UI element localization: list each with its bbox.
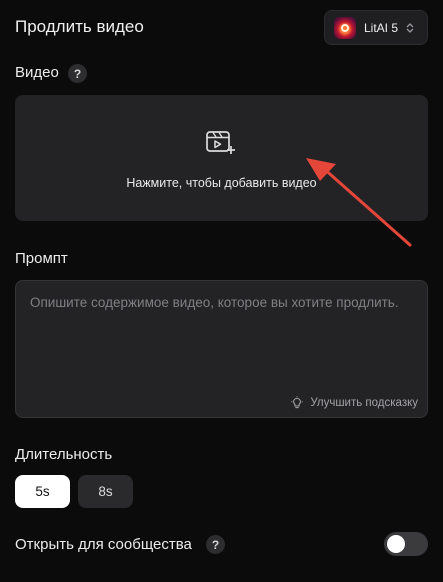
prompt-input[interactable] [16,281,427,381]
prompt-box: Улучшить подсказку [15,280,428,418]
video-section-label: Видео [15,64,59,81]
community-label: Открыть для сообщества [15,536,192,553]
improve-prompt-button[interactable]: Улучшить подсказку [290,393,418,413]
upload-prompt-text: Нажмите, чтобы добавить видео [126,176,317,190]
duration-option-5s[interactable]: 5s [15,475,70,508]
duration-option-8s[interactable]: 8s [78,475,133,508]
improve-prompt-label: Улучшить подсказку [310,397,418,409]
toggle-knob [387,535,405,553]
lightbulb-icon [291,396,304,409]
community-toggle[interactable] [384,532,428,556]
model-name: LitAI 5 [364,20,399,35]
page-title: Продлить видео [15,17,144,36]
video-add-icon [206,131,235,154]
chevron-up-down-icon [406,22,414,33]
duration-label: Длительность [15,446,113,463]
video-upload-area[interactable]: Нажмите, чтобы добавить видео [15,95,428,221]
flame-logo-icon [334,16,356,39]
extend-video-panel: Продлить видео LitAI 5 Видео ? Нажмите, … [0,0,443,582]
prompt-section-label: Промпт [15,250,68,267]
video-help-icon[interactable]: ? [68,64,87,83]
community-help-icon[interactable]: ? [206,535,225,554]
model-selector-button[interactable]: LitAI 5 [324,10,428,45]
